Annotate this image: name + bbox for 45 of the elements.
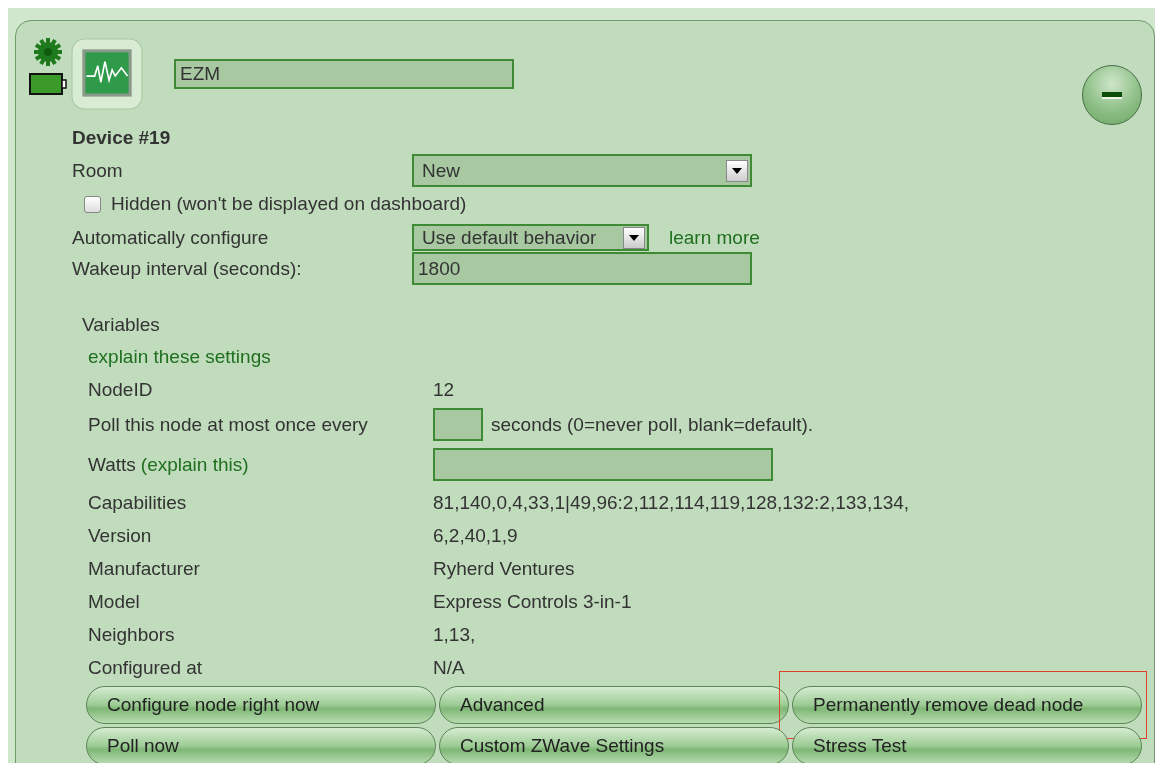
collapse-button[interactable] bbox=[1082, 65, 1142, 125]
action-button[interactable]: Configure node right now bbox=[86, 686, 436, 724]
caret-icon bbox=[732, 167, 742, 174]
watts-field[interactable] bbox=[433, 448, 773, 481]
action-button[interactable]: Stress Test bbox=[792, 727, 1142, 763]
hidden-checkbox[interactable] bbox=[84, 195, 101, 213]
device-name-field[interactable]: EZM bbox=[174, 59, 514, 89]
variable-value: 6,2,40,1,9 bbox=[433, 524, 518, 547]
variable-label: Neighbors bbox=[88, 623, 176, 646]
variable-value: Ryherd Ventures bbox=[433, 557, 575, 580]
battery-icon bbox=[29, 73, 67, 95]
caret-icon bbox=[629, 234, 639, 241]
hidden-label: Hidden (won't be displayed on dashboard) bbox=[111, 193, 467, 215]
variable-value: 1,13, bbox=[433, 623, 476, 646]
explain-settings-link[interactable]: explain these settings bbox=[88, 340, 1154, 373]
action-button[interactable]: Poll now bbox=[86, 727, 436, 763]
variable-value: Express Controls 3-in-1 bbox=[433, 590, 632, 613]
action-button[interactable]: Permanently remove dead node bbox=[792, 686, 1142, 724]
poll-interval-field[interactable] bbox=[433, 408, 483, 441]
variable-label: Poll this node at most once every bbox=[88, 413, 369, 436]
auto-configure-dropdown[interactable]: Use default behavior bbox=[412, 224, 649, 251]
gear-icon bbox=[33, 37, 63, 67]
variable-value: N/A bbox=[433, 656, 465, 679]
wakeup-label: Wakeup interval (seconds): bbox=[72, 257, 303, 280]
variable-label: Version bbox=[88, 524, 153, 547]
wakeup-field[interactable]: 1800 bbox=[412, 252, 752, 285]
variable-value: 81,140,0,4,33,1|49,96:2,112,114,119,128,132:2,133,134, bbox=[433, 491, 910, 514]
variable-label: Manufacturer bbox=[88, 557, 201, 580]
monitor-icon bbox=[70, 37, 144, 111]
variable-value: 12 bbox=[433, 378, 455, 401]
device-title: Device #19 bbox=[72, 127, 172, 150]
room-label: Room bbox=[72, 159, 124, 182]
room-dropdown[interactable]: New bbox=[412, 154, 752, 187]
learn-more-link[interactable]: learn more bbox=[669, 226, 760, 249]
variable-label: NodeID bbox=[88, 378, 154, 401]
action-button[interactable]: Advanced bbox=[439, 686, 789, 724]
variable-label: Configured at bbox=[88, 656, 204, 679]
poll-note: seconds (0=never poll, blank=default). bbox=[491, 413, 814, 436]
auto-configure-label: Automatically configure bbox=[72, 226, 270, 249]
variables-heading: Variables bbox=[82, 314, 161, 337]
variable-label: Watts bbox=[88, 453, 136, 476]
action-button[interactable]: Custom ZWave Settings bbox=[439, 727, 789, 763]
variable-label: Model bbox=[88, 590, 141, 613]
variable-label: Capabilities bbox=[88, 491, 188, 514]
explain-link[interactable]: (explain this) bbox=[140, 453, 249, 476]
